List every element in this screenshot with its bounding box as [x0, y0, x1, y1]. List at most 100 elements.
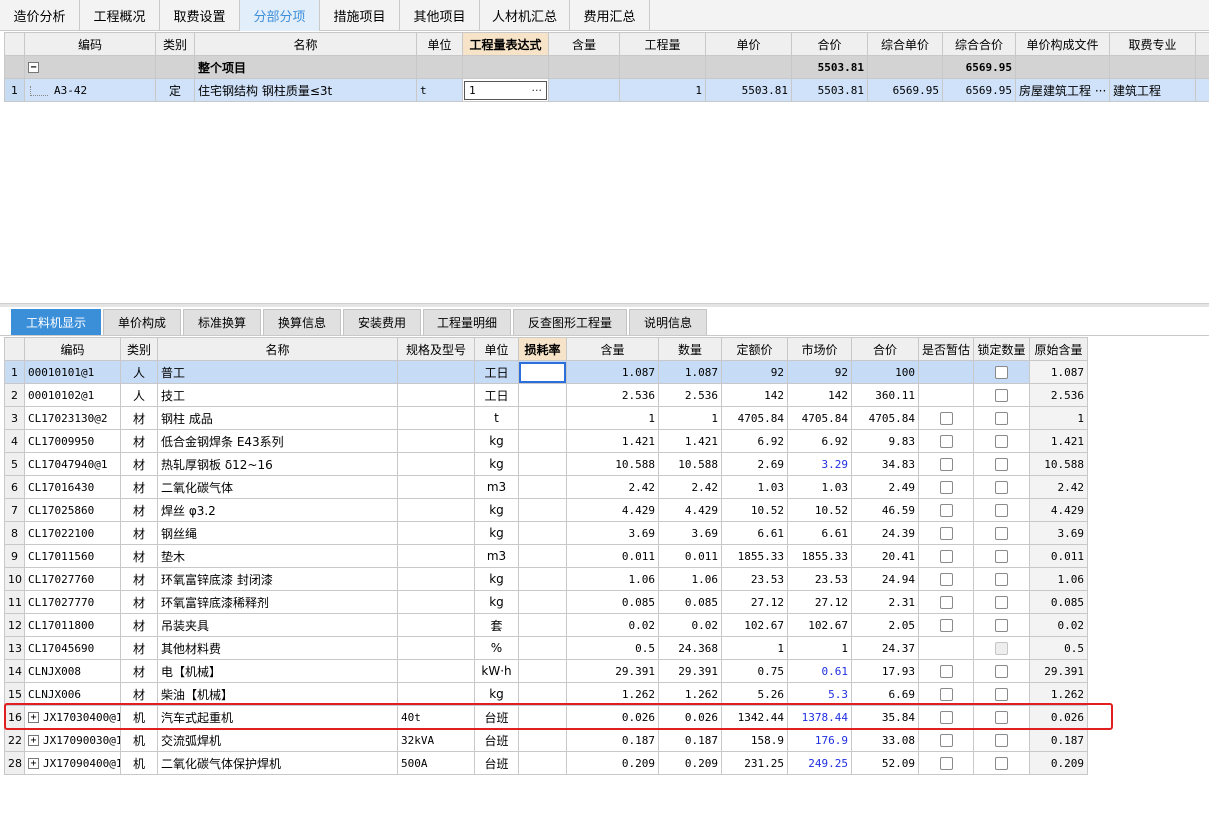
table-row[interactable]: 13 CL17045690 材其他材料费% 0.5 24.368 1 1 24.37 0.5 — [4, 636, 1088, 660]
expand-icon[interactable]: + — [28, 712, 39, 723]
row-total[interactable]: 34.83 — [851, 452, 919, 476]
row-code[interactable]: CL17011800 — [24, 613, 121, 637]
row-unit[interactable]: kg — [474, 521, 519, 545]
row-code[interactable]: 00010101@1 — [24, 360, 121, 384]
row-code[interactable]: CL17009950 — [24, 429, 121, 453]
row-quota-price[interactable]: 1342.44 — [721, 705, 788, 729]
header-category[interactable]: 类别 — [120, 337, 158, 361]
row-is-provisional[interactable] — [918, 475, 974, 499]
row-market-price[interactable]: 10.52 — [787, 498, 852, 522]
row-code[interactable]: CLNJX008 — [24, 659, 121, 683]
row-content[interactable]: 1.421 — [566, 429, 659, 453]
row-quota-price[interactable]: 23.53 — [721, 567, 788, 591]
header-name[interactable]: 名称 — [157, 337, 398, 361]
row-quota-price[interactable]: 5.26 — [721, 682, 788, 706]
row-unit[interactable]: % — [474, 636, 519, 660]
row-content[interactable]: 1.087 — [566, 360, 659, 384]
table-row[interactable]: 5 CL17047940@1 材热轧厚钢板 δ12~16 kg 10.588 10.588… — [4, 452, 1088, 476]
row-quantity[interactable]: 24.368 — [658, 636, 722, 660]
row-category[interactable]: 材 — [120, 498, 158, 522]
row-quantity[interactable]: 0.085 — [658, 590, 722, 614]
row-content[interactable]: 29.391 — [566, 659, 659, 683]
row-lock-quantity[interactable] — [973, 751, 1030, 775]
row-quota-price[interactable]: 1.03 — [721, 475, 788, 499]
lock-quantity-checkbox[interactable] — [995, 550, 1008, 563]
row-number[interactable]: 22 — [4, 728, 25, 752]
header-code[interactable]: 编码 — [24, 337, 121, 361]
row-unit[interactable]: t — [474, 406, 519, 430]
header-category[interactable]: 类别 — [155, 32, 195, 56]
row-is-provisional[interactable] — [918, 498, 974, 522]
row-lock-quantity[interactable] — [973, 544, 1030, 568]
row-quantity[interactable]: 1.421 — [658, 429, 722, 453]
row-quota-price[interactable]: 4705.84 — [721, 406, 788, 430]
expression-input[interactable]: 1 ··· — [464, 80, 547, 100]
row-category[interactable]: 材 — [120, 544, 158, 568]
tab-quantity-detail[interactable]: 工程量明细 — [423, 309, 511, 335]
row-name[interactable]: 柴油【机械】 — [157, 682, 398, 706]
row-content[interactable]: 0.026 — [566, 705, 659, 729]
row-name[interactable]: 钢柱 成品 — [157, 406, 398, 430]
row-spec[interactable] — [397, 613, 475, 637]
row-is-provisional[interactable] — [918, 567, 974, 591]
table-row[interactable]: 28 + JX17090400@1 机二氧化碳气体保护焊机 500A 台班 0.209 0.2… — [4, 751, 1088, 775]
row-code[interactable]: CL17027770 — [24, 590, 121, 614]
lock-quantity-checkbox[interactable] — [995, 366, 1008, 379]
row-market-price[interactable]: 176.9 — [787, 728, 852, 752]
row-quota-price[interactable]: 27.12 — [721, 590, 788, 614]
provisional-checkbox[interactable] — [939, 619, 953, 632]
row-content[interactable]: 0.02 — [566, 613, 659, 637]
group-row-whole-project[interactable]: − 整个项目 5503.81 6569.95 — [4, 55, 1209, 79]
tab-description[interactable]: 说明信息 — [629, 309, 707, 335]
row-category[interactable]: 材 — [120, 452, 158, 476]
row-quantity[interactable]: 1.06 — [658, 567, 722, 591]
row-is-provisional[interactable] — [918, 521, 974, 545]
row-loss-rate[interactable] — [518, 682, 567, 706]
row-number[interactable]: 28 — [4, 751, 25, 775]
table-row[interactable]: 7 CL17025860 材焊丝 φ3.2 kg 4.429 4.429 10.52 10.5… — [4, 498, 1088, 522]
lock-quantity-checkbox[interactable] — [995, 757, 1008, 770]
row-content[interactable]: 1.06 — [566, 567, 659, 591]
row-spec[interactable] — [397, 498, 475, 522]
row-unit[interactable]: 工日 — [474, 383, 519, 407]
row-spec[interactable] — [397, 383, 475, 407]
row-quota-price[interactable]: 231.25 — [721, 751, 788, 775]
row-is-provisional[interactable] — [918, 590, 974, 614]
row-loss-rate[interactable] — [518, 659, 567, 683]
provisional-checkbox[interactable] — [939, 573, 953, 586]
row-number[interactable]: 6 — [4, 475, 25, 499]
row-quota-price[interactable]: 1 — [721, 636, 788, 660]
row-code[interactable]: CL17022100 — [24, 521, 121, 545]
table-row[interactable]: 12 CL17011800 材吊装夹具套 0.02 0.02 102.67 102.67 2.… — [4, 613, 1088, 637]
table-row[interactable]: 11 CL17027770 材环氧富锌底漆稀释剂 kg 0.085 0.085 27.12 2… — [4, 590, 1088, 614]
row-market-price[interactable]: 1855.33 — [787, 544, 852, 568]
row-is-provisional[interactable] — [918, 544, 974, 568]
table-row[interactable]: 9 CL17011560 材垫木 m3 0.011 0.011 1855.33 1855.33… — [4, 544, 1088, 568]
provisional-checkbox[interactable] — [939, 412, 953, 425]
row-content[interactable]: 1 — [566, 406, 659, 430]
row-loss-rate[interactable] — [518, 567, 567, 591]
row-number[interactable]: 7 — [4, 498, 25, 522]
row-category[interactable]: 机 — [120, 728, 158, 752]
row-market-price[interactable]: 3.29 — [787, 452, 852, 476]
row-number[interactable]: 1 — [4, 360, 25, 384]
row-total[interactable]: 33.08 — [851, 728, 919, 752]
item-category[interactable]: 定 — [155, 78, 195, 102]
item-expression-cell[interactable]: 1 ··· — [462, 78, 549, 102]
table-row[interactable]: 8 CL17022100 材钢丝绳 kg 3.69 3.69 6.61 6.61 24.39 3.… — [4, 521, 1088, 545]
header-is-provisional[interactable]: 是否暂估 — [918, 337, 974, 361]
row-spec[interactable] — [397, 659, 475, 683]
row-content[interactable]: 10.588 — [566, 452, 659, 476]
row-total[interactable]: 52.09 — [851, 751, 919, 775]
row-is-provisional[interactable] — [918, 682, 974, 706]
row-loss-rate[interactable] — [518, 475, 567, 499]
row-lock-quantity[interactable] — [973, 590, 1030, 614]
row-category[interactable]: 材 — [120, 590, 158, 614]
row-content[interactable]: 1.262 — [566, 682, 659, 706]
row-unit[interactable]: 工日 — [474, 360, 519, 384]
row-code[interactable]: CL17011560 — [24, 544, 121, 568]
row-market-price[interactable]: 92 — [787, 360, 852, 384]
header-content[interactable]: 含量 — [548, 32, 620, 56]
price-file-more-button[interactable]: ··· — [1095, 84, 1106, 98]
row-code[interactable]: + JX17090030@1 — [24, 728, 121, 752]
